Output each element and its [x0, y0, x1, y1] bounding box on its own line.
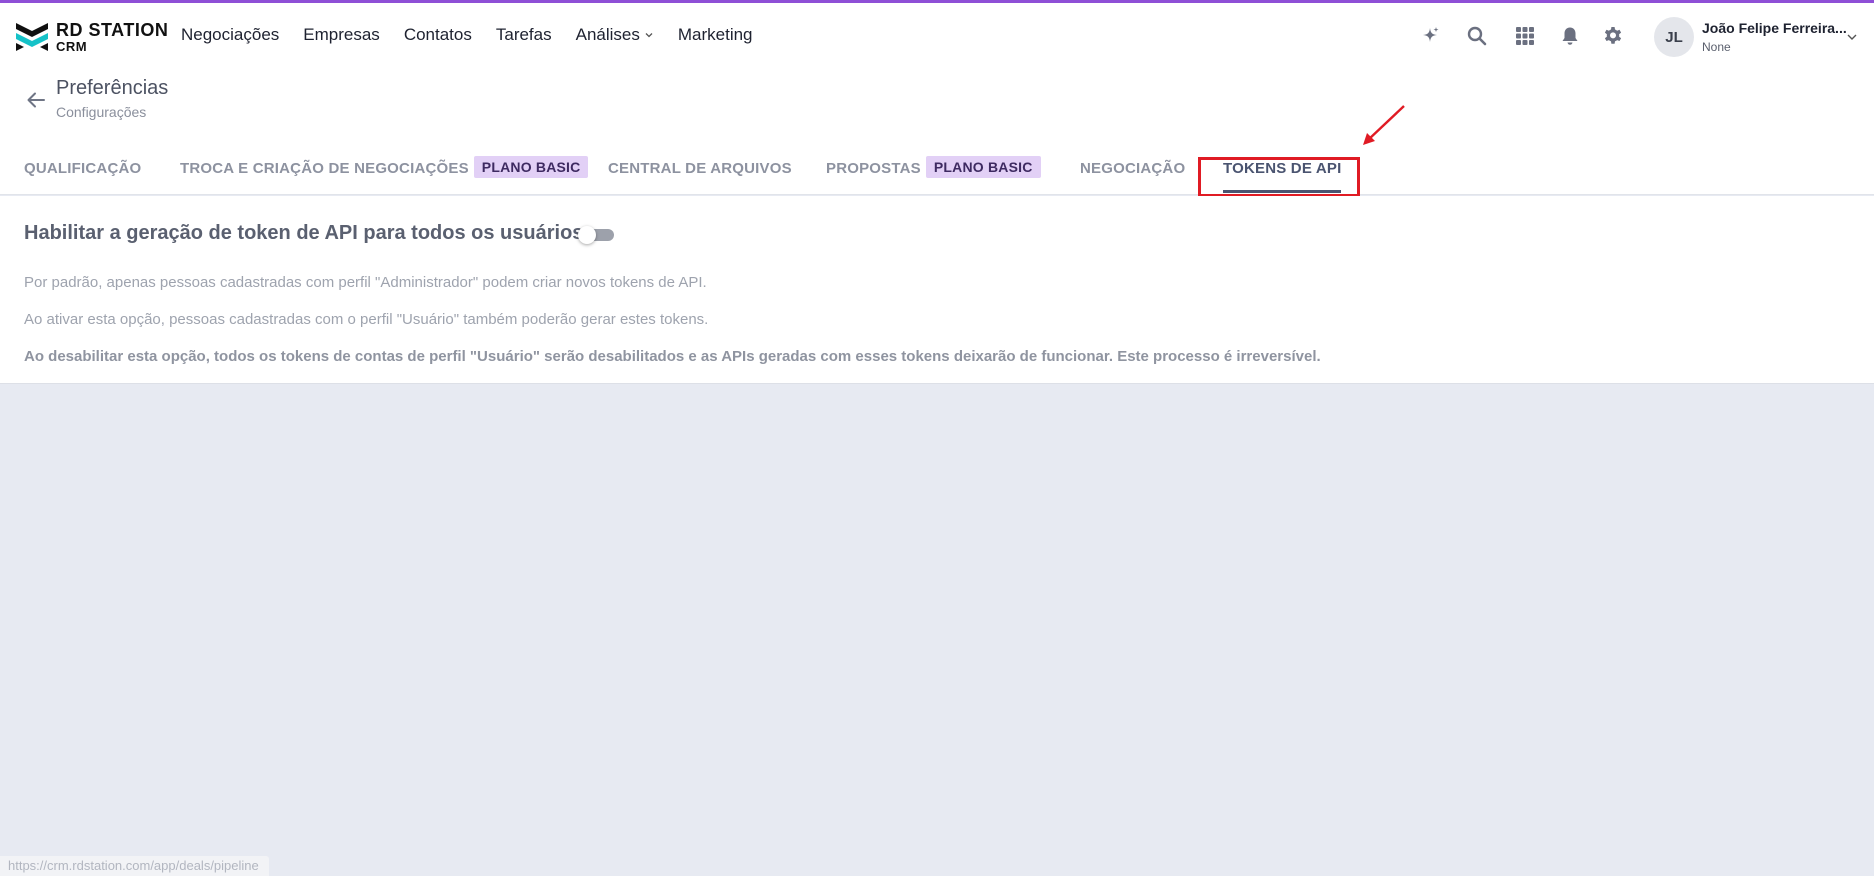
nav-item-label: Contatos [403, 25, 472, 44]
nav-item-negociacoes[interactable]: Negociações [181, 25, 279, 45]
nav-item-label: Tarefas [495, 25, 552, 44]
logo-brand-text: RD STATION [56, 20, 169, 40]
tab-negociacao[interactable]: NEGOCIAÇÃO [1080, 157, 1185, 195]
chevron-down-icon [645, 33, 653, 38]
enable-api-token-toggle[interactable] [578, 226, 614, 244]
tab-troca-criacao-negociacoes[interactable]: TROCA E CRIAÇÃO DE NEGOCIAÇÕES PLANO BAS… [180, 156, 589, 195]
nav-item-analises[interactable]: Análises [576, 25, 654, 45]
page-header: Preferências Configurações QUALIFICAÇÃO … [0, 67, 1874, 195]
user-name[interactable]: João Felipe Ferreira... [1702, 20, 1847, 36]
settings-description-1: Por padrão, apenas pessoas cadastradas c… [24, 274, 707, 291]
top-navigation-bar: RD STATION CRM Negociações Empresas Cont… [0, 0, 1874, 67]
tab-label: CENTRAL DE ARQUIVOS [608, 160, 792, 177]
status-bar-url: https://crm.rdstation.com/app/deals/pipe… [0, 856, 269, 876]
nav-item-contatos[interactable]: Contatos [404, 25, 472, 45]
toggle-knob [578, 226, 596, 244]
plan-badge: PLANO BASIC [925, 156, 1041, 178]
search-icon[interactable] [1466, 25, 1488, 47]
tab-label: TOKENS DE API [1223, 160, 1342, 177]
tab-qualificacao[interactable]: QUALIFICAÇÃO [24, 157, 141, 195]
gear-icon[interactable] [1602, 25, 1624, 47]
settings-description-2: Ao ativar esta opção, pessoas cadastrada… [24, 311, 709, 328]
nav-item-label: Análises [575, 25, 640, 44]
avatar[interactable]: JL [1654, 17, 1694, 57]
nav-item-label: Negociações [181, 25, 280, 44]
nav-item-empresas[interactable]: Empresas [303, 25, 380, 45]
tab-label: TROCA E CRIAÇÃO DE NEGOCIAÇÕES [180, 160, 469, 177]
api-token-settings-panel: Habilitar a geração de token de API para… [0, 196, 1874, 384]
logo-mark-icon [16, 23, 48, 51]
bell-icon[interactable] [1559, 25, 1581, 47]
nav-item-tarefas[interactable]: Tarefas [496, 25, 552, 45]
rd-station-crm-logo[interactable]: RD STATION CRM [14, 19, 168, 55]
settings-tabs: QUALIFICAÇÃO TROCA E CRIAÇÃO DE NEGOCIAÇ… [0, 156, 1874, 195]
plan-badge: PLANO BASIC [473, 156, 589, 178]
chevron-down-icon[interactable] [1846, 31, 1858, 43]
breadcrumb[interactable]: Configurações [56, 104, 146, 120]
apps-grid-icon[interactable] [1514, 25, 1536, 47]
tab-label: PROPOSTAS [826, 160, 921, 177]
logo-product-text: CRM [56, 39, 88, 54]
settings-heading: Habilitar a geração de token de API para… [24, 222, 584, 244]
sparkle-icon[interactable] [1419, 25, 1441, 47]
tab-central-de-arquivos[interactable]: CENTRAL DE ARQUIVOS [608, 157, 792, 195]
back-arrow-icon[interactable] [24, 88, 48, 112]
tab-propostas[interactable]: PROPOSTAS PLANO BASIC [826, 156, 1041, 195]
page-title: Preferências [56, 77, 169, 99]
tab-label: QUALIFICAÇÃO [24, 160, 142, 177]
avatar-initials: JL [1665, 28, 1683, 46]
tab-label: NEGOCIAÇÃO [1080, 160, 1186, 177]
nav-item-label: Marketing [677, 25, 753, 44]
nav-item-marketing[interactable]: Marketing [678, 25, 753, 45]
tab-tokens-de-api[interactable]: TOKENS DE API [1223, 157, 1342, 195]
user-subtitle: None [1702, 40, 1731, 54]
nav-item-label: Empresas [303, 25, 380, 44]
main-nav: Negociações Empresas Contatos Tarefas An… [181, 3, 777, 67]
settings-warning: Ao desabilitar esta opção, todos os toke… [24, 348, 1321, 365]
